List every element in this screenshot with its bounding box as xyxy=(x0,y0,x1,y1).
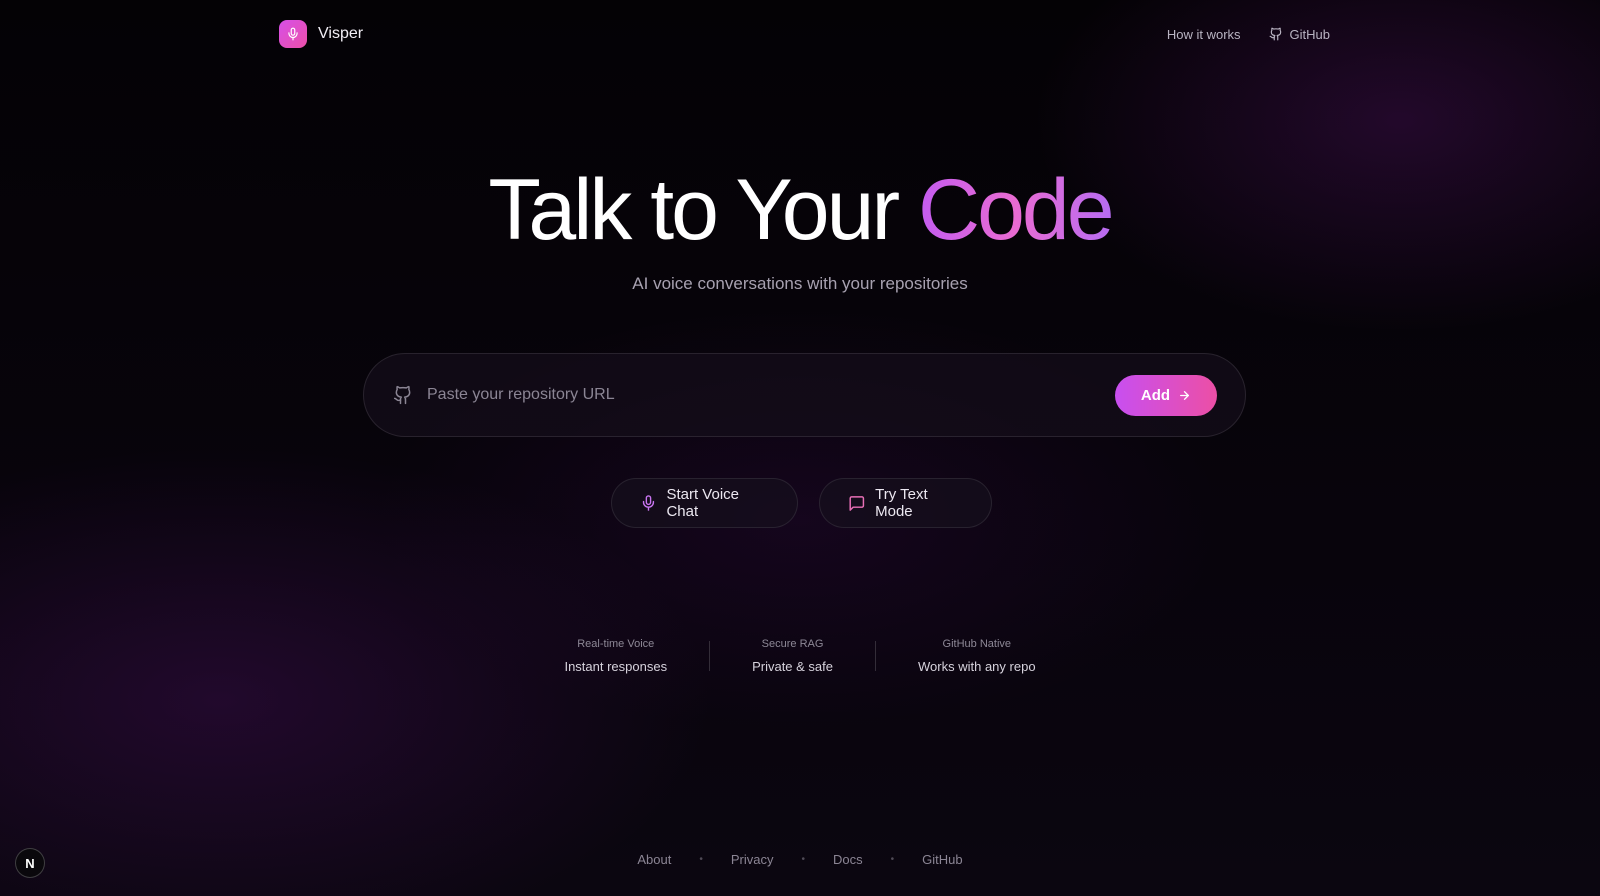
repo-url-form: Add xyxy=(363,353,1246,437)
add-button[interactable]: Add xyxy=(1115,374,1217,416)
chat-bubble-icon xyxy=(848,495,864,511)
hero-subtitle: AI voice conversations with your reposit… xyxy=(632,274,968,293)
nav-github-label: GitHub xyxy=(1289,26,1330,42)
badge-letter: N xyxy=(25,855,35,871)
footer: About • Privacy • Docs • GitHub xyxy=(0,852,1600,867)
microphone-icon xyxy=(642,495,654,511)
separator-dot: • xyxy=(699,854,703,865)
footer-about-link[interactable]: About xyxy=(637,852,671,867)
nav-github[interactable]: GitHub xyxy=(1269,27,1330,42)
feature-desc: Instant responses xyxy=(564,659,668,674)
footer-github-link[interactable]: GitHub xyxy=(922,852,962,867)
microphone-icon xyxy=(288,27,298,41)
separator-dot: • xyxy=(890,854,895,865)
feature-title: GitHub Native xyxy=(942,638,1012,650)
feature-title: Real-time Voice xyxy=(577,638,655,650)
github-icon xyxy=(392,384,414,406)
feature-realtime-voice: Real-time Voice Instant responses xyxy=(522,638,709,674)
brand[interactable]: Visper xyxy=(279,20,363,48)
action-buttons: Start Voice Chat Try Text Mode xyxy=(0,478,1600,528)
top-nav: How it works GitHub xyxy=(1167,27,1330,42)
brand-name: Visper xyxy=(318,25,364,42)
start-voice-chat-button[interactable]: Start Voice Chat xyxy=(610,478,798,528)
header: Visper How it works GitHub xyxy=(279,18,1330,50)
hero-title-accent: Code xyxy=(917,162,1115,258)
feature-desc: Works with any repo xyxy=(918,659,1036,674)
feature-secure-rag: Secure RAG Private & safe xyxy=(710,638,875,674)
arrow-right-icon xyxy=(1180,390,1190,400)
feature-desc: Private & safe xyxy=(752,659,834,674)
add-button-label: Add xyxy=(1140,386,1171,404)
separator-dot: • xyxy=(801,854,806,865)
brand-logo xyxy=(279,20,307,48)
start-voice-chat-label: Start Voice Chat xyxy=(666,486,739,520)
page: Visper How it works GitHub Talk to Your … xyxy=(0,0,1600,896)
repo-url-input[interactable] xyxy=(427,386,1115,404)
github-icon xyxy=(1269,27,1281,41)
hero-title: Talk to Your Code xyxy=(0,160,1600,260)
nav-how-it-works[interactable]: How it works xyxy=(1167,27,1241,42)
try-text-mode-label: Try Text Mode xyxy=(875,486,928,520)
footer-privacy-link[interactable]: Privacy xyxy=(731,852,774,867)
feature-strip: Real-time Voice Instant responses Secure… xyxy=(0,638,1600,674)
feature-github-native: GitHub Native Works with any repo xyxy=(876,638,1078,674)
footer-docs-link[interactable]: Docs xyxy=(833,852,863,867)
try-text-mode-button[interactable]: Try Text Mode xyxy=(818,478,992,528)
feature-title: Secure RAG xyxy=(761,638,824,650)
dev-tools-badge[interactable]: N xyxy=(15,848,45,878)
hero-title-main: Talk to Your xyxy=(488,162,918,258)
